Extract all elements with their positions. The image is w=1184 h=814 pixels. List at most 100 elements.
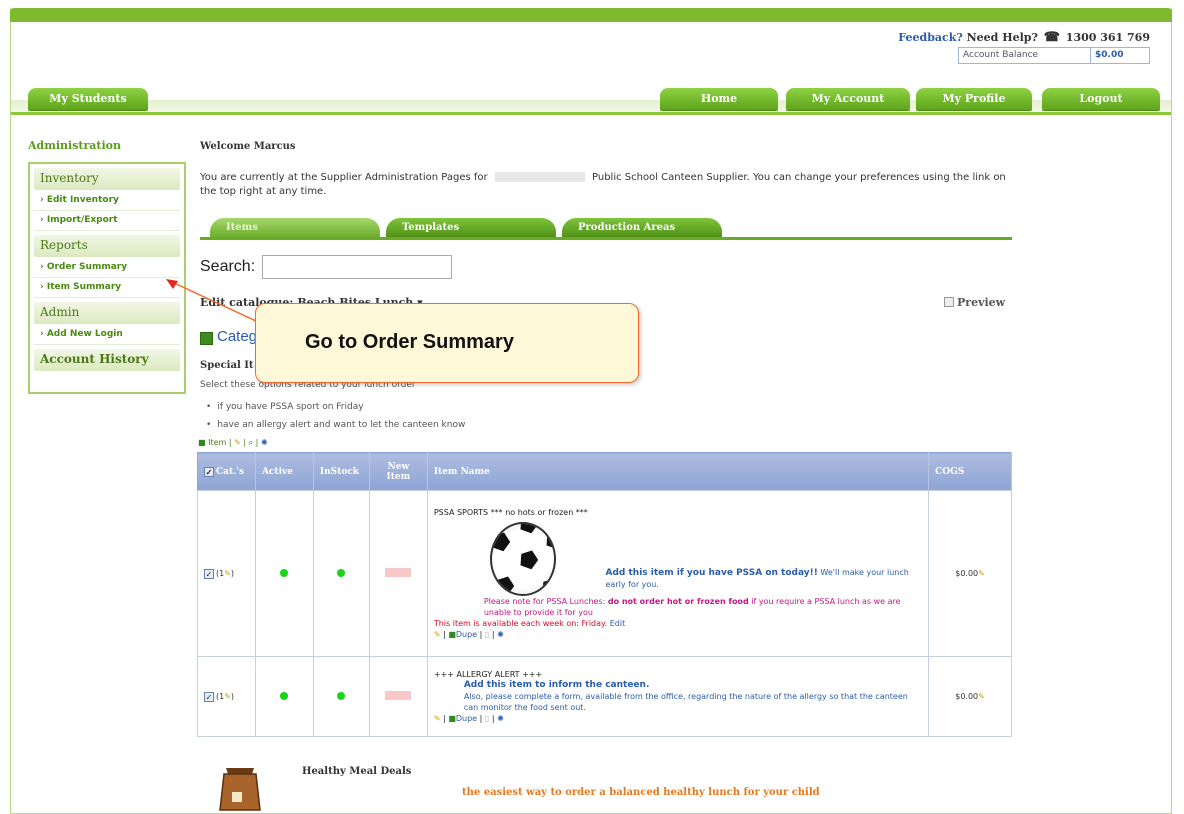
search-icon[interactable]: ⌕ (249, 438, 253, 447)
active-indicator[interactable] (280, 691, 289, 700)
clipboard-icon[interactable]: ▯ (485, 714, 489, 723)
intro-text-a: You are currently at the Supplier Admini… (200, 172, 488, 183)
tab-production-areas[interactable]: Production Areas (562, 218, 722, 238)
edit-availability-link[interactable]: Edit (610, 619, 626, 628)
column-header-active[interactable]: Active (255, 452, 314, 491)
pencil-icon[interactable]: ✎ (224, 569, 231, 578)
category-icon (200, 332, 213, 345)
dupe-link[interactable]: Dupe (456, 714, 477, 723)
availability-text: This item is available each week on: Fri… (433, 619, 626, 628)
list-item: if you have PSSA sport on Friday (206, 398, 465, 416)
active-indicator[interactable] (280, 568, 289, 577)
column-header-cats[interactable]: ✓ Cat.'s (197, 452, 256, 491)
item-name-cell: PSSA SPORTS *** no hots or frozen *** Ad… (426, 490, 930, 657)
settings-icon[interactable]: ✺ (497, 630, 504, 639)
preview-toggle[interactable]: Preview (944, 296, 1005, 309)
dupe-link[interactable]: Dupe (456, 630, 477, 639)
new-item-badge[interactable] (385, 568, 412, 577)
preview-label: Preview (957, 296, 1006, 309)
settings-icon[interactable]: ✺ (497, 714, 504, 723)
cat-cell: ✓ (1✎) (197, 656, 256, 737)
row-actions: ✎ | ■Dupe | ▯ | ✺ (433, 630, 504, 639)
new-item-cell (368, 656, 428, 737)
pencil-icon[interactable]: ✎ (234, 438, 241, 447)
welcome-text: Welcome Marcus (200, 141, 296, 152)
phone-number: 1300 361 769 (1065, 31, 1150, 44)
pencil-icon[interactable]: ✎ (434, 630, 441, 639)
sidebar-item-item-summary[interactable]: › Item Summary (34, 278, 180, 298)
sidebar-section-reports[interactable]: Reports (34, 235, 180, 257)
sidebar-section-account-history[interactable]: Account History (34, 349, 180, 371)
tab-templates[interactable]: Templates (386, 218, 556, 238)
pencil-icon[interactable]: ✎ (978, 692, 985, 701)
special-heading: Special It (200, 360, 254, 371)
row-checkbox[interactable]: ✓ (204, 691, 214, 702)
search-input[interactable] (262, 255, 452, 279)
instock-cell (312, 656, 370, 737)
sidebar-item-add-new-login[interactable]: › Add New Login (34, 325, 180, 345)
cogs-cell: $0.00✎ (928, 490, 1012, 657)
nav-my-account[interactable]: My Account (786, 88, 910, 110)
item-title: PSSA SPORTS *** no hots or frozen *** (433, 508, 588, 517)
item-name-cell: +++ ALLERGY ALERT +++ Add this item to i… (426, 656, 930, 737)
soccer-ball-image (489, 522, 556, 596)
dupe-icon[interactable]: ■ (448, 630, 456, 639)
select-all-checkbox[interactable]: ✓ (204, 466, 214, 477)
lunch-bag-icon (219, 768, 261, 811)
active-cell (254, 656, 314, 737)
clipboard-icon[interactable]: ▯ (485, 630, 489, 639)
intro-text: You are currently at the Supplier Admini… (200, 171, 1020, 199)
sidebar: Inventory › Edit Inventory › Import/Expo… (28, 162, 186, 394)
meal-deals-title: Healthy Meal Deals (302, 766, 412, 777)
sidebar-item-import-export[interactable]: › Import/Export (34, 211, 180, 231)
nav-logout[interactable]: Logout (1042, 88, 1160, 110)
instock-indicator[interactable] (337, 691, 346, 700)
nav-home[interactable]: Home (660, 88, 778, 110)
phone-icon: ☎ (1043, 30, 1060, 45)
sidebar-item-order-summary[interactable]: › Order Summary (34, 258, 180, 278)
pencil-icon[interactable]: ✎ (978, 569, 985, 578)
sidebar-item-edit-inventory[interactable]: › Edit Inventory (34, 191, 180, 211)
list-item: have an allergy alert and want to let th… (206, 416, 465, 434)
pencil-icon[interactable]: ✎ (434, 714, 441, 723)
options-list: if you have PSSA sport on Friday have an… (206, 398, 465, 434)
instock-indicator[interactable] (337, 568, 346, 577)
sidebar-title: Administration (28, 139, 122, 152)
item-add-text: Add this item if you have PSSA on today!… (605, 568, 818, 578)
settings-icon[interactable]: ✺ (261, 438, 268, 447)
add-item-icon[interactable]: ■ (198, 438, 206, 447)
sidebar-section-admin[interactable]: Admin (34, 302, 180, 324)
need-help-label: Need Help? (966, 31, 1038, 44)
nav-my-students[interactable]: My Students (28, 88, 148, 110)
column-header-cogs[interactable]: COGS (928, 452, 1012, 491)
column-header-instock[interactable]: InStock (313, 452, 370, 491)
row-checkbox[interactable]: ✓ (204, 568, 214, 579)
help-area: Feedback? Need Help? ☎ 1300 361 769 (898, 30, 1150, 45)
pssa-note: Please note for PSSA Lunches: do not ord… (483, 597, 901, 617)
table-row: ✓ (1✎) PSSA SPORTS *** no hots or frozen … (197, 490, 1012, 657)
top-bar (10, 8, 1172, 22)
feedback-link[interactable]: Feedback? (898, 31, 962, 44)
category-title[interactable]: Categ (217, 328, 257, 345)
instock-cell (312, 490, 370, 657)
column-header-item-name[interactable]: Item Name (427, 452, 930, 491)
tab-underline (200, 237, 1012, 240)
new-item-badge[interactable] (385, 691, 412, 700)
dupe-icon[interactable]: ■ (448, 714, 456, 723)
items-table: ✓ Cat.'s Active InStock New Item Item Nam… (197, 452, 1012, 737)
cat-cell: ✓ (1✎) (197, 490, 256, 657)
tab-items[interactable]: Items (210, 218, 380, 238)
item-title: +++ ALLERGY ALERT +++ (433, 670, 543, 679)
nav-my-profile[interactable]: My Profile (916, 88, 1032, 110)
preview-checkbox[interactable] (944, 297, 954, 307)
row-actions: ✎ | ■Dupe | ▯ | ✺ (433, 714, 504, 723)
sidebar-section-inventory[interactable]: Inventory (34, 168, 180, 190)
add-item-link[interactable]: Item | (208, 438, 231, 447)
callout-tooltip: Go to Order Summary (255, 303, 639, 383)
table-row: ✓ (1✎) +++ ALLERGY ALERT +++ Add this ite… (197, 656, 1012, 737)
balance-value: $0.00 (1095, 50, 1124, 60)
column-header-new-item[interactable]: New Item (369, 452, 428, 491)
meal-deals-subtitle: the easiest way to order a balanced heal… (462, 787, 820, 798)
balance-label: Account Balance (959, 48, 1091, 63)
pencil-icon[interactable]: ✎ (224, 692, 231, 701)
